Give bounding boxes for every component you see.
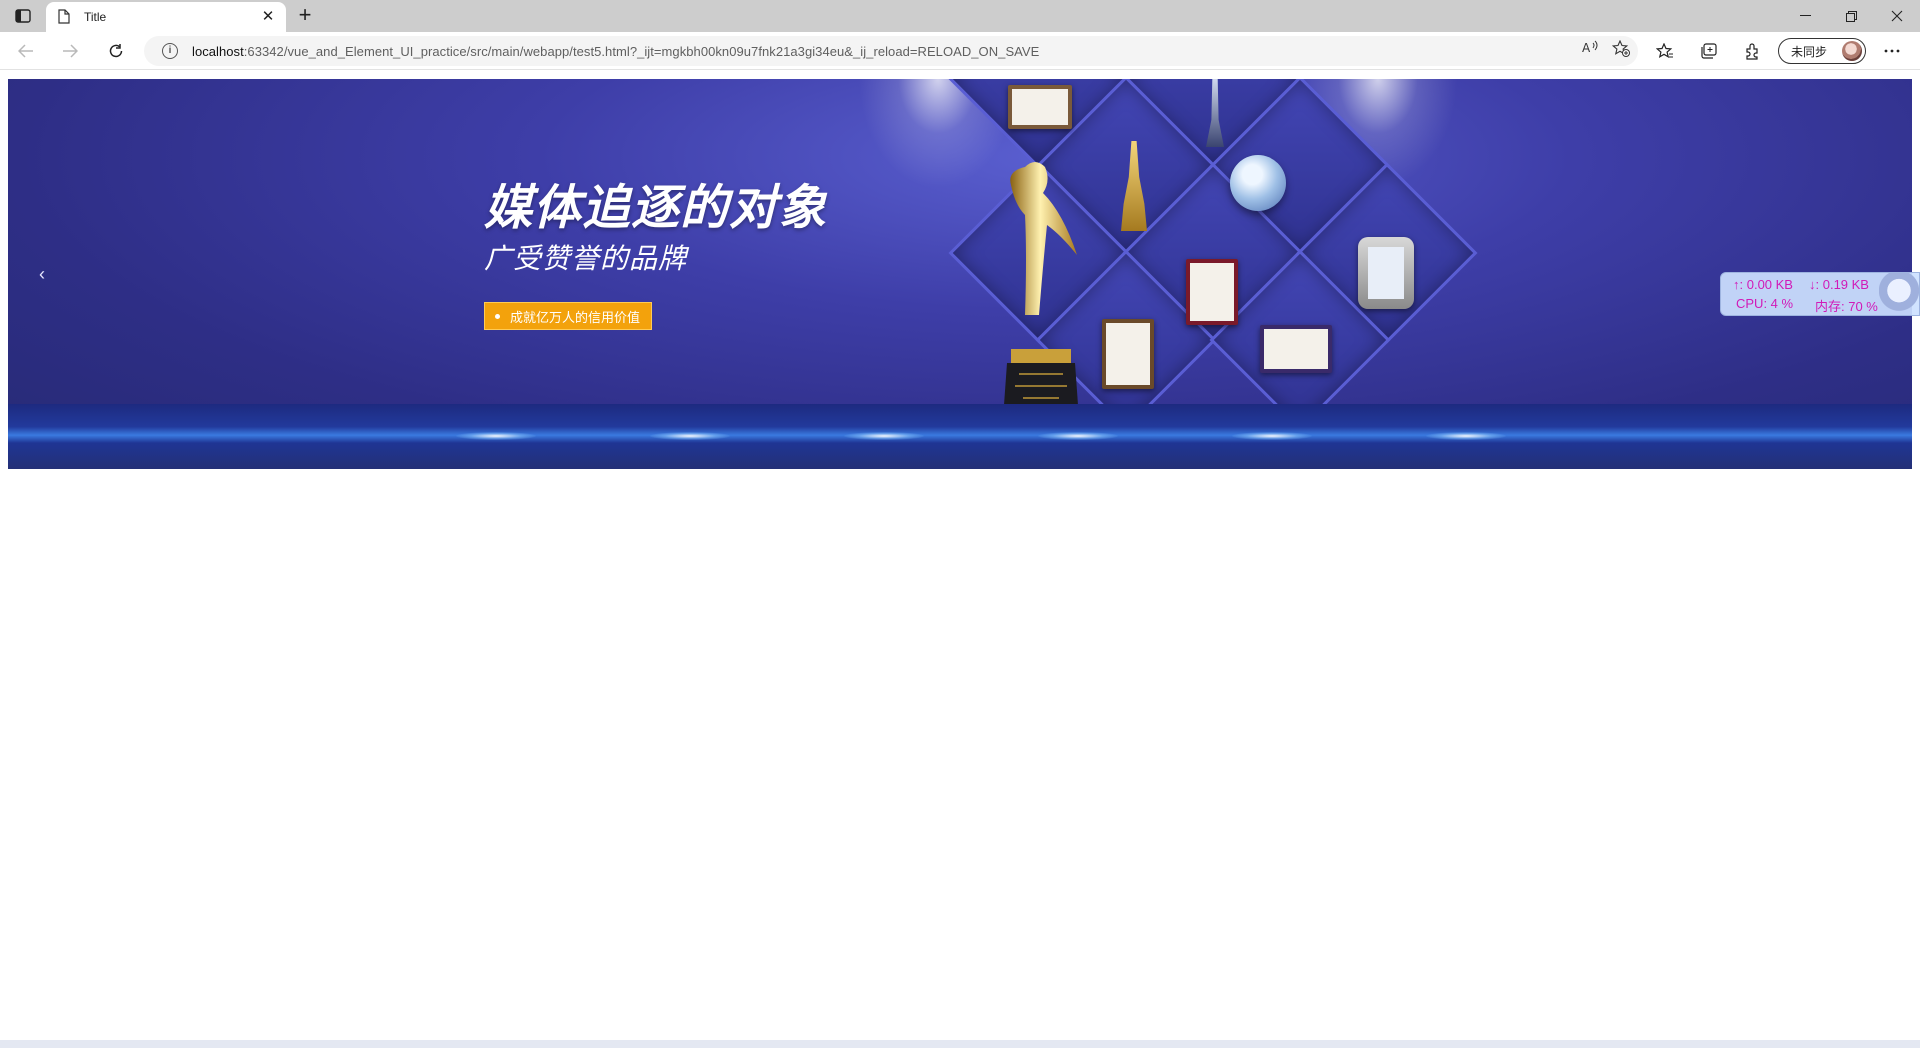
sync-label: 未同步 (1791, 44, 1828, 59)
svg-text:A: A (1582, 41, 1591, 54)
award-shield (1358, 237, 1414, 309)
floor-light (1038, 432, 1118, 440)
avatar (1842, 41, 1862, 61)
award-plaque (1260, 325, 1332, 373)
browser-toolbar: i localhost:63342/vue_and_Element_UI_pra… (0, 32, 1920, 70)
mascot-icon (1879, 273, 1919, 317)
download-speed: ↓: 0.19 KB (1809, 277, 1869, 292)
document-icon (58, 9, 72, 25)
add-favorite-icon[interactable] (1611, 39, 1630, 60)
crystal-award (1230, 155, 1286, 211)
award-plaque (1008, 85, 1072, 129)
tab-actions-icon[interactable] (10, 6, 36, 26)
taskbar-edge (0, 1040, 1920, 1048)
netspeed-widget[interactable]: ↑: 0.00 KB ↓: 0.19 KB CPU: 4 % 内存: 70 % (1720, 272, 1920, 317)
chevron-left-icon[interactable]: ‹ (32, 259, 52, 289)
cta-button[interactable]: 成就亿万人的信用价值 (484, 302, 652, 330)
profile-sync-button[interactable]: 未同步 (1778, 38, 1866, 64)
floor-light (650, 432, 730, 440)
award-plaque (1186, 259, 1238, 325)
memory-usage: 内存: 70 % (1815, 299, 1878, 314)
upload-speed: ↑: 0.00 KB (1733, 277, 1793, 292)
restore-icon[interactable] (1828, 0, 1874, 32)
plus-icon[interactable]: + (293, 4, 317, 28)
url-host: localhost (192, 43, 244, 59)
floor-light (1232, 432, 1312, 440)
url-path: :63342/vue_and_Element_UI_practice/src/m… (243, 43, 1040, 59)
refresh-icon[interactable] (102, 38, 130, 64)
collections-icon[interactable] (1697, 40, 1721, 62)
url-text[interactable]: localhost:63342/vue_and_Element_UI_pract… (192, 44, 1039, 59)
tab-title: Title (84, 10, 107, 24)
banner-headline: 媒体追逐的对象 (484, 180, 828, 236)
read-aloud-icon[interactable]: A (1582, 40, 1598, 60)
close-icon[interactable]: ✕ (258, 7, 278, 27)
tab-strip: Title ✕ + (0, 0, 1920, 32)
golden-trophy (1001, 159, 1081, 419)
cpu-usage: CPU: 4 % (1736, 296, 1794, 311)
extensions-icon[interactable] (1741, 40, 1765, 62)
stage-floor (8, 404, 1912, 469)
browser-tab[interactable]: Title ✕ (46, 2, 286, 32)
back-icon[interactable] (12, 38, 40, 64)
floor-light (456, 432, 536, 440)
more-icon[interactable] (1880, 40, 1904, 62)
minimize-icon[interactable] (1782, 0, 1828, 32)
carousel-banner: 媒体追逐的对象 广受赞誉的品牌 成就亿万人的信用价值 ‹ (8, 79, 1912, 469)
forward-icon[interactable] (56, 38, 84, 64)
info-icon[interactable]: i (162, 43, 178, 59)
floor-light (1426, 432, 1506, 440)
banner-subline: 广受赞誉的品牌 (484, 242, 688, 275)
bullet-icon (495, 313, 500, 319)
floor-light (844, 432, 924, 440)
window-close-icon[interactable] (1874, 0, 1920, 32)
cta-label: 成就亿万人的信用价值 (510, 309, 641, 325)
favorites-icon[interactable] (1653, 40, 1677, 62)
address-bar[interactable]: i localhost:63342/vue_and_Element_UI_pra… (144, 36, 1638, 66)
award-plaque (1102, 319, 1154, 389)
